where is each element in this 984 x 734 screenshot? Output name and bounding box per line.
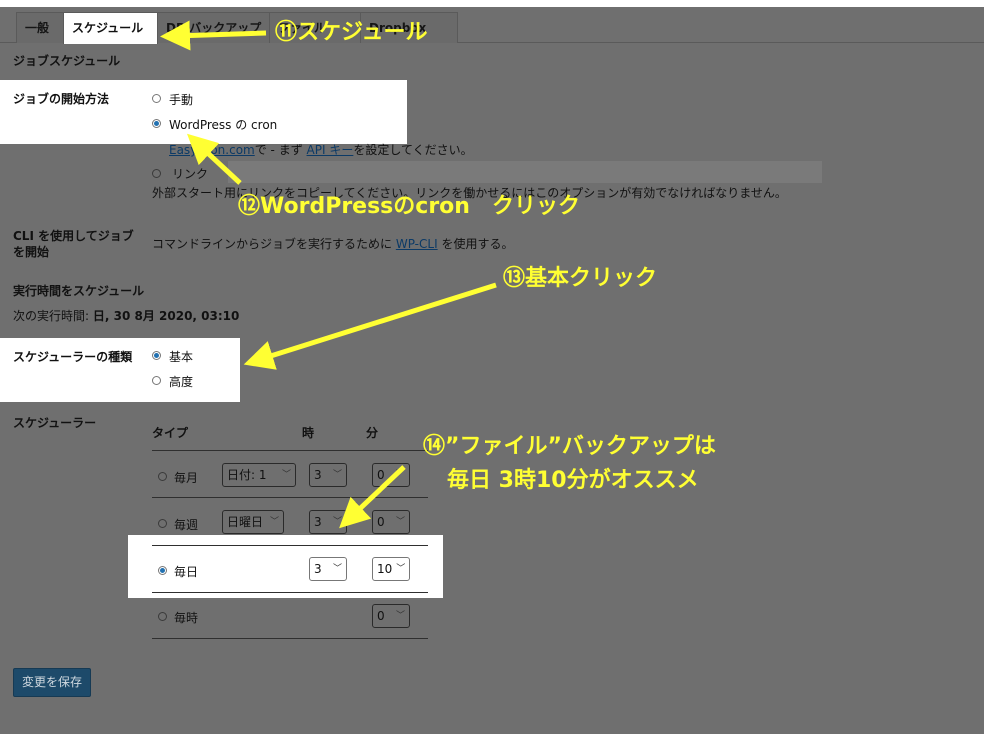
radio-manual-label: 手動 <box>169 93 194 107</box>
radio-advanced[interactable] <box>152 376 161 385</box>
arrow-to-basic <box>243 282 497 370</box>
radio-daily[interactable] <box>158 566 167 575</box>
api-key-link[interactable]: API キー <box>307 143 354 157</box>
cli-label-line1: CLI を使用してジョブ <box>13 229 134 243</box>
cli-text: コマンドラインからジョブを実行するために WP-CLI を使用する。 <box>152 235 513 252</box>
annotation-11: ⑪スケジュール <box>275 20 428 45</box>
radio-wp-cron-label: WordPress の cron <box>169 118 278 132</box>
daily-min-select[interactable]: 10 ﹀ <box>372 557 410 581</box>
table-rule <box>152 450 428 451</box>
chevron-down-icon: ﹀ <box>269 517 279 527</box>
chevron-down-icon: ﹀ <box>332 517 342 527</box>
chevron-down-icon: ﹀ <box>395 611 405 621</box>
monthly-day-value: 日付: 1 <box>227 468 267 482</box>
table-rule <box>152 545 428 546</box>
easycron-mid: で - まず <box>254 143 303 157</box>
tab-general[interactable]: 一般 <box>16 12 64 43</box>
weekly-day-select[interactable]: 日曜日 ﹀ <box>222 510 284 534</box>
col-hour: 時 <box>302 426 315 440</box>
weekly-min-value: 0 <box>377 515 385 529</box>
row-weekly-label: 毎週 <box>174 518 199 532</box>
table-rule <box>152 638 428 639</box>
radio-link[interactable] <box>152 169 161 178</box>
chevron-down-icon: ﹀ <box>332 470 342 480</box>
tab-db-backup[interactable]: DB バックアップ <box>157 12 270 43</box>
radio-basic-label: 基本 <box>169 350 194 364</box>
radio-monthly[interactable] <box>158 472 167 481</box>
start-method-label: ジョブの開始方法 <box>13 92 110 106</box>
daily-hour-value: 3 <box>314 562 322 576</box>
monthly-min-select[interactable]: 0 ﹀ <box>372 463 410 487</box>
hourly-min-select[interactable]: 0 ﹀ <box>372 604 410 628</box>
next-run: 次の実行時間: 日, 30 8月 2020, 03:10 <box>13 307 239 324</box>
easycron-line: EasyCron.comで - まず API キーを設定してください。 <box>169 141 473 158</box>
weekly-hour-value: 3 <box>314 515 322 529</box>
annotation-14-line2: 毎日 3時10分がオススメ <box>447 468 699 493</box>
row-hourly-label: 毎時 <box>174 611 199 625</box>
daily-min-value: 10 <box>377 562 393 576</box>
radio-basic[interactable] <box>152 351 161 360</box>
row-daily-label: 毎日 <box>174 565 199 579</box>
wp-cli-link[interactable]: WP-CLI <box>396 237 438 251</box>
scheduler-label: スケジューラー <box>13 416 97 430</box>
link-url-field[interactable] <box>228 161 822 183</box>
weekly-min-select[interactable]: 0 ﹀ <box>372 510 410 534</box>
annotation-14-line1: ⑭”ファイル”バックアップは <box>423 434 716 459</box>
radio-advanced-label: 高度 <box>169 375 194 389</box>
cli-text-tail: を使用する。 <box>441 237 514 251</box>
top-strip <box>0 0 984 7</box>
radio-hourly[interactable] <box>158 612 167 621</box>
next-run-value: 日, 30 8月 2020, 03:10 <box>92 309 240 323</box>
weekly-hour-select[interactable]: 3 ﹀ <box>309 510 347 534</box>
monthly-day-select[interactable]: 日付: 1 ﹀ <box>222 463 296 487</box>
scheduler-type-label: スケジューラーの種類 <box>13 350 133 364</box>
tab-schedule[interactable]: スケジュール <box>63 12 158 44</box>
hourly-min-value: 0 <box>377 609 385 623</box>
chevron-down-icon: ﹀ <box>281 470 291 480</box>
chevron-down-icon: ﹀ <box>332 564 342 574</box>
save-button[interactable]: 変更を保存 <box>13 668 91 697</box>
row-monthly-label: 毎月 <box>174 471 199 485</box>
cli-label-line2: を開始 <box>13 245 50 259</box>
monthly-min-value: 0 <box>377 468 385 482</box>
chevron-down-icon: ﹀ <box>395 470 405 480</box>
daily-hour-select[interactable]: 3 ﹀ <box>309 557 347 581</box>
annotation-12: ⑫WordPressのcron クリック <box>238 194 580 219</box>
easycron-tail: を設定してください。 <box>353 143 473 157</box>
exec-time-heading: 実行時間をスケジュール <box>13 284 145 298</box>
monthly-hour-value: 3 <box>314 468 322 482</box>
weekly-day-value: 日曜日 <box>227 515 264 529</box>
annotation-13: ⑬基本クリック <box>503 266 658 291</box>
col-type: タイプ <box>152 426 189 440</box>
radio-weekly[interactable] <box>158 519 167 528</box>
table-rule <box>152 497 428 498</box>
next-run-label: 次の実行時間: <box>13 309 90 323</box>
chevron-down-icon: ﹀ <box>395 517 405 527</box>
radio-wp-cron[interactable] <box>152 119 161 128</box>
monthly-hour-select[interactable]: 3 ﹀ <box>309 463 347 487</box>
section-title: ジョブスケジュール <box>13 54 121 68</box>
easycron-link[interactable]: EasyCron.com <box>169 143 255 157</box>
cli-text-main: コマンドラインからジョブを実行するために <box>152 237 393 251</box>
radio-manual[interactable] <box>152 94 161 103</box>
chevron-down-icon: ﹀ <box>396 564 406 574</box>
col-min: 分 <box>366 426 379 440</box>
table-rule <box>152 592 428 593</box>
radio-link-label: リンク <box>172 167 209 181</box>
